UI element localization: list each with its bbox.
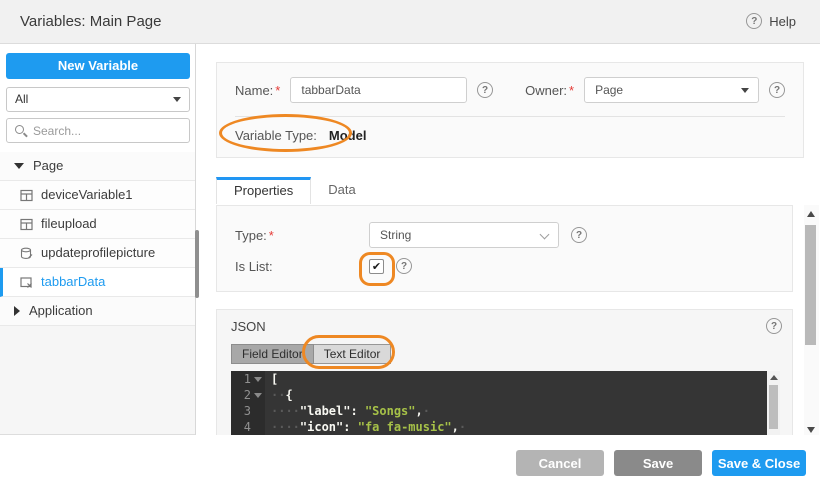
code-line: 1[ bbox=[231, 371, 780, 387]
editor-scrollbar-thumb[interactable] bbox=[769, 385, 778, 429]
required-marker: * bbox=[569, 82, 575, 98]
tree-item-tabbardata[interactable]: tabbarData bbox=[0, 268, 195, 297]
json-section-title: JSON bbox=[231, 318, 266, 334]
type-value: String bbox=[380, 228, 412, 242]
code-text: ····"icon": "fa fa-music",· bbox=[271, 420, 467, 434]
is-list-label: Is List: bbox=[235, 258, 273, 274]
variable-summary-panel: Name:* ? Owner:* Page ? Variable Type: M… bbox=[216, 62, 804, 158]
field-editor-button[interactable]: Field Editor bbox=[231, 344, 314, 364]
line-number: 2 bbox=[243, 388, 251, 402]
help-link[interactable]: ? Help bbox=[746, 13, 796, 29]
code-text: ····"label": "Songs",· bbox=[271, 404, 430, 418]
type-help-icon[interactable]: ? bbox=[571, 227, 587, 243]
sidebar-scrollbar[interactable] bbox=[195, 230, 199, 298]
name-field[interactable] bbox=[290, 77, 468, 103]
dialog-header: Variables: Main Page ? Help bbox=[0, 0, 820, 44]
tree-group-application[interactable]: Application bbox=[0, 297, 195, 326]
detail-tabs: Properties Data bbox=[216, 177, 373, 204]
save-close-button[interactable]: Save & Close bbox=[712, 450, 806, 476]
device-variable-icon bbox=[20, 218, 33, 230]
variable-type-value: Model bbox=[328, 128, 367, 143]
tree-item-devicevariable1[interactable]: deviceVariable1 bbox=[0, 181, 195, 210]
required-marker: * bbox=[275, 82, 281, 98]
required-marker: * bbox=[268, 227, 274, 243]
json-text-editor[interactable]: 1[2 ··{3 ····"label": "Songs",· 4 ····"icon"… bbox=[231, 371, 780, 435]
device-variable-icon bbox=[20, 189, 33, 201]
code-line: 4 ····"icon": "fa fa-music",· bbox=[231, 419, 780, 435]
type-label: Type: * bbox=[235, 227, 274, 243]
owner-label: Owner: * bbox=[525, 82, 575, 98]
page-title: Variables: Main Page bbox=[20, 13, 162, 30]
line-number: 3 bbox=[243, 404, 251, 418]
help-label: Help bbox=[769, 13, 796, 29]
dialog-footer: Cancel Save Save & Close bbox=[0, 435, 820, 487]
json-help-icon[interactable]: ? bbox=[766, 318, 782, 334]
search-input[interactable] bbox=[33, 120, 183, 141]
tree-label: Application bbox=[29, 303, 93, 318]
properties-panel: Type: * String ? Is List: ✔ ? bbox=[216, 205, 793, 292]
variable-tree: Page deviceVariable1 fileupload updateprofi… bbox=[0, 152, 195, 326]
tree-label: fileupload bbox=[41, 216, 97, 231]
tree-label: updateprofilepicture bbox=[41, 245, 156, 260]
content-scrollbar-thumb[interactable] bbox=[805, 225, 816, 345]
variable-filter-select[interactable]: All bbox=[6, 87, 190, 112]
model-variable-icon bbox=[20, 276, 32, 288]
code-line: 3 ····"label": "Songs",· bbox=[231, 403, 780, 419]
scroll-up-icon[interactable] bbox=[770, 375, 778, 380]
variable-filter-value: All bbox=[15, 92, 29, 106]
owner-help-icon[interactable]: ? bbox=[769, 82, 785, 98]
variables-sidebar: New Variable All Page deviceVariable1 file… bbox=[0, 44, 196, 435]
scroll-down-icon[interactable] bbox=[807, 427, 815, 433]
tab-data[interactable]: Data bbox=[311, 177, 372, 204]
sidebar-filler bbox=[0, 326, 195, 435]
chevron-down-icon bbox=[539, 229, 550, 240]
cancel-button[interactable]: Cancel bbox=[516, 450, 604, 476]
tree-item-updateprofilepicture[interactable]: updateprofilepicture bbox=[0, 239, 195, 268]
name-label: Name: * bbox=[235, 82, 281, 98]
is-list-help-icon[interactable]: ? bbox=[396, 258, 412, 274]
line-number: 1 bbox=[243, 372, 251, 386]
owner-select[interactable]: Page bbox=[584, 77, 759, 103]
text-editor-button[interactable]: Text Editor bbox=[313, 344, 392, 364]
variable-type-label: Variable Type: bbox=[235, 128, 317, 143]
fold-arrow-icon[interactable] bbox=[254, 393, 262, 398]
owner-value: Page bbox=[595, 83, 624, 97]
code-line: 2 ··{ bbox=[231, 387, 780, 403]
save-button[interactable]: Save bbox=[614, 450, 702, 476]
new-variable-button[interactable]: New Variable bbox=[6, 53, 190, 79]
content-scrollbar[interactable] bbox=[804, 205, 819, 435]
tree-item-fileupload[interactable]: fileupload bbox=[0, 210, 195, 239]
scroll-up-icon[interactable] bbox=[807, 211, 815, 217]
json-panel: JSON ? Field Editor Text Editor 1[2 ··{3 ··… bbox=[216, 309, 793, 435]
name-help-icon[interactable]: ? bbox=[477, 82, 494, 98]
code-text: [ bbox=[271, 372, 279, 386]
tree-label: Page bbox=[33, 158, 64, 173]
service-variable-icon bbox=[20, 247, 33, 259]
search-box bbox=[6, 118, 190, 143]
tab-properties[interactable]: Properties bbox=[216, 177, 312, 204]
variables-dialog: Variables: Main Page ? Help New Variable… bbox=[0, 0, 820, 487]
line-number: 4 bbox=[243, 420, 251, 434]
help-icon: ? bbox=[746, 13, 763, 29]
fold-arrow-icon[interactable] bbox=[254, 377, 262, 382]
triangle-expanded-icon[interactable] bbox=[14, 163, 24, 169]
type-select[interactable]: String bbox=[369, 222, 559, 248]
code-text: ··{ bbox=[271, 388, 293, 402]
caret-down-icon bbox=[173, 97, 181, 102]
tree-group-page[interactable]: Page bbox=[0, 152, 195, 181]
variable-detail-main: Name:* ? Owner:* Page ? Variable Type: M… bbox=[196, 44, 820, 435]
triangle-collapsed-icon[interactable] bbox=[14, 306, 20, 316]
editor-scrollbar[interactable] bbox=[767, 371, 780, 435]
search-icon bbox=[15, 125, 24, 134]
tree-label: deviceVariable1 bbox=[41, 187, 133, 202]
caret-down-icon bbox=[741, 88, 749, 93]
editor-mode-toggle: Field Editor Text Editor bbox=[231, 344, 392, 364]
editor-code: 1[2 ··{3 ····"label": "Songs",· 4 ····"icon"… bbox=[231, 371, 780, 435]
tree-label: tabbarData bbox=[41, 274, 106, 289]
is-list-checkbox[interactable]: ✔ bbox=[369, 258, 384, 274]
